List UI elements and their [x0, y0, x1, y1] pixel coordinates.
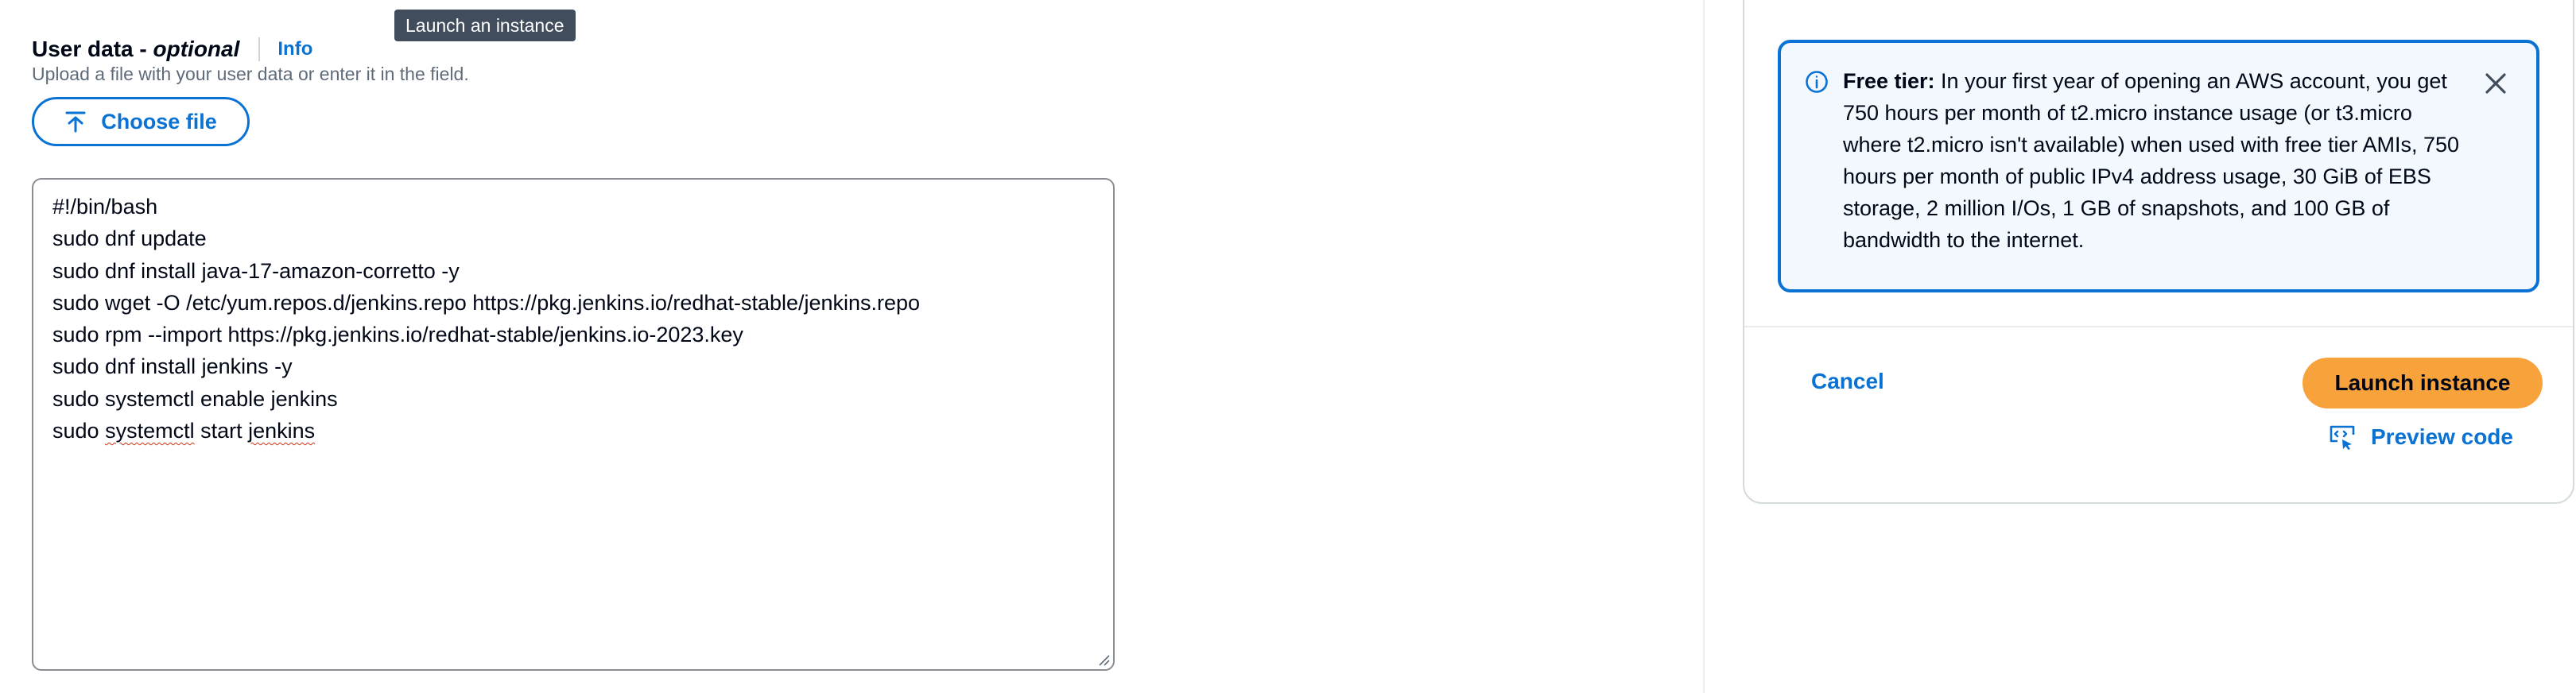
- script-line: sudo dnf update: [52, 226, 207, 251]
- card-divider: [1744, 326, 2573, 327]
- cancel-button[interactable]: Cancel: [1811, 369, 1884, 394]
- choose-file-label: Choose file: [101, 109, 217, 134]
- launch-instance-button[interactable]: Launch instance: [2302, 358, 2543, 408]
- upload-icon: [65, 111, 86, 133]
- free-tier-text: Free tier: In your first year of opening…: [1843, 65, 2463, 256]
- user-data-header: User data - optional Info: [32, 32, 312, 67]
- preview-code-icon: [2330, 425, 2355, 450]
- script-line: #!/bin/bash: [52, 195, 158, 219]
- close-icon[interactable]: [2484, 72, 2508, 95]
- free-tier-title: Free tier:: [1843, 69, 1935, 93]
- script-line: sudo dnf install jenkins -y: [52, 354, 293, 379]
- script-line: sudo systemctl start jenkins: [52, 415, 1094, 447]
- choose-file-button[interactable]: Choose file: [32, 97, 250, 146]
- user-data-description: Upload a file with your user data or ent…: [32, 64, 469, 84]
- free-tier-alert: Free tier: In your first year of opening…: [1778, 40, 2539, 292]
- summary-panel: Free tier: In your first year of opening…: [1743, 0, 2574, 504]
- resize-grip-icon[interactable]: [1097, 653, 1110, 666]
- user-data-label: User data - optional: [32, 37, 239, 62]
- spellcheck-token: systemctl: [105, 419, 195, 443]
- user-data-label-main: User data: [32, 37, 134, 61]
- user-data-label-optional: optional: [153, 37, 240, 61]
- spellcheck-token: jenkins: [248, 419, 316, 443]
- free-tier-body: In your first year of opening an AWS acc…: [1843, 69, 2460, 252]
- info-link[interactable]: Info: [277, 38, 312, 60]
- column-divider: [1703, 0, 1705, 693]
- launch-instance-page: Launch an instance User data - optional …: [0, 0, 2576, 693]
- script-line: sudo dnf install java-17-amazon-corretto…: [52, 258, 460, 283]
- preview-code-label: Preview code: [2371, 424, 2513, 449]
- script-line: sudo wget -O /etc/yum.repos.d/jenkins.re…: [52, 290, 921, 315]
- user-data-label-dash: -: [133, 37, 153, 61]
- script-token: start: [194, 419, 249, 443]
- tooltip-launch-instance: Launch an instance: [394, 10, 576, 41]
- info-circle-icon: [1806, 71, 1828, 93]
- script-line: sudo rpm --import https://pkg.jenkins.io…: [52, 323, 743, 347]
- preview-code-button[interactable]: Preview code: [2328, 421, 2513, 453]
- script-line: sudo systemctl enable jenkins: [52, 386, 338, 411]
- script-token: sudo: [52, 419, 106, 443]
- header-divider: [258, 37, 261, 61]
- user-data-textarea[interactable]: #!/bin/bash sudo dnf update sudo dnf ins…: [32, 178, 1115, 671]
